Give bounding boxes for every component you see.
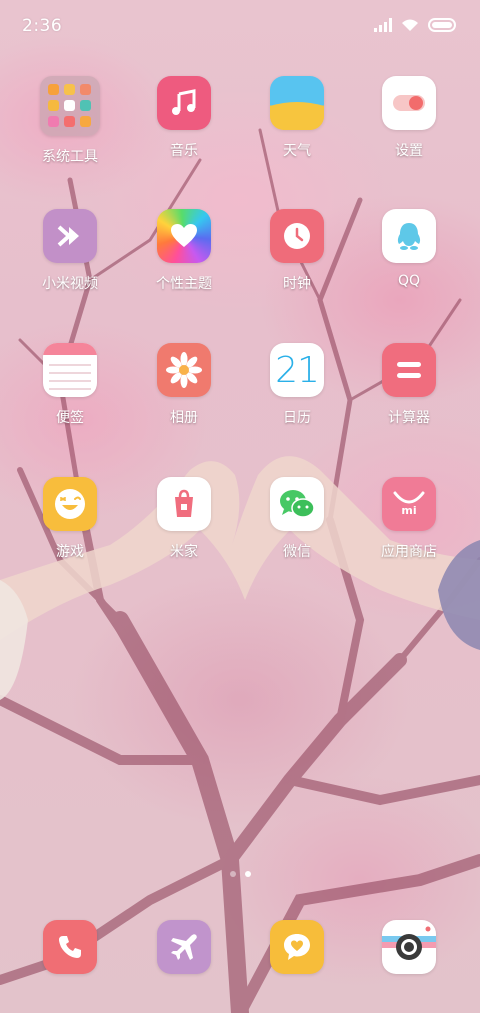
app-mi-video[interactable]: 小米视频: [14, 209, 126, 293]
calendar-icon: 21: [270, 343, 324, 397]
wifi-icon: [402, 19, 418, 31]
app-games[interactable]: 游戏: [14, 477, 126, 561]
smiley-icon: [43, 477, 97, 531]
message-heart-icon: [270, 920, 324, 974]
dock-camera[interactable]: [353, 920, 465, 974]
app-store[interactable]: mi 应用商店: [353, 477, 465, 561]
app-calendar[interactable]: 21 日历: [241, 343, 353, 427]
app-label: 日历: [283, 410, 311, 426]
app-label: 计算器: [388, 410, 430, 426]
play-forward-icon: [43, 209, 97, 263]
app-label: 便签: [56, 410, 84, 426]
dock: [0, 920, 480, 976]
app-settings[interactable]: 设置: [353, 76, 465, 160]
settings-toggle-icon: [382, 76, 436, 130]
app-gallery[interactable]: 相册: [128, 343, 240, 427]
app-label: 应用商店: [381, 544, 437, 560]
app-weather[interactable]: 天气: [241, 76, 353, 160]
app-label: 音乐: [170, 143, 198, 159]
app-label: 米家: [170, 544, 198, 560]
folder-icon: [40, 76, 100, 136]
app-label: 时钟: [283, 276, 311, 292]
app-themes[interactable]: 个性主题: [128, 209, 240, 293]
shopping-bag-icon: [157, 477, 211, 531]
app-notes[interactable]: 便签: [14, 343, 126, 427]
clock-icon: [270, 209, 324, 263]
dock-phone[interactable]: [14, 920, 126, 974]
store-badge-text: mi: [401, 504, 417, 517]
phone-icon: [43, 920, 97, 974]
status-icons: [374, 17, 458, 32]
flower-icon: [157, 343, 211, 397]
equals-icon: [382, 343, 436, 397]
signal-icon: [374, 17, 392, 32]
camera-icon: [382, 920, 436, 974]
app-label: 相册: [170, 410, 198, 426]
app-qq[interactable]: QQ: [353, 209, 465, 289]
app-mijia[interactable]: 米家: [128, 477, 240, 561]
app-label: 小米视频: [42, 276, 98, 292]
app-label: 设置: [395, 143, 423, 159]
dock-messages[interactable]: [241, 920, 353, 974]
wechat-icon: [270, 477, 324, 531]
battery-icon: [428, 17, 456, 32]
app-label: QQ: [397, 273, 421, 289]
dock-browser[interactable]: [128, 920, 240, 974]
app-label: 个性主题: [156, 276, 212, 292]
page-dot[interactable]: [229, 871, 236, 877]
weather-icon: [270, 76, 324, 130]
store-bag-icon: mi: [382, 477, 436, 531]
app-label: 游戏: [56, 544, 84, 560]
calendar-day: 21: [275, 349, 320, 391]
app-music[interactable]: 音乐: [128, 76, 240, 160]
app-calculator[interactable]: 计算器: [353, 343, 465, 427]
app-wechat[interactable]: 微信: [241, 477, 353, 561]
notepad-icon: [43, 343, 97, 397]
status-time: 2:36: [22, 16, 63, 36]
heart-theme-icon: [157, 209, 211, 263]
music-note-icon: [157, 76, 211, 130]
app-label: 天气: [283, 143, 311, 159]
app-label: 系统工具: [42, 149, 98, 165]
penguin-icon: [382, 209, 436, 263]
app-folder-system-tools[interactable]: 系统工具: [14, 76, 126, 166]
page-dot-active[interactable]: [244, 871, 251, 877]
airplane-icon: [157, 920, 211, 974]
app-clock[interactable]: 时钟: [241, 209, 353, 293]
app-label: 微信: [283, 544, 311, 560]
status-bar: 2:36: [0, 0, 480, 52]
page-indicator: [0, 871, 480, 877]
